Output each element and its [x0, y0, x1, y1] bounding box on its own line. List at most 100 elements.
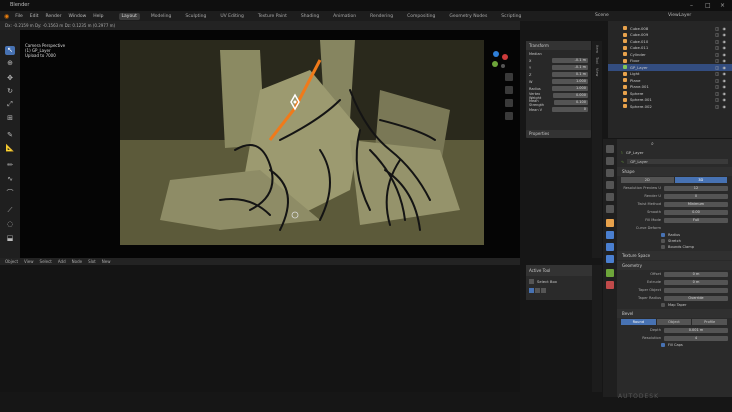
node-editor-area[interactable] [0, 265, 520, 392]
editor-menu-slot[interactable]: Slot [88, 259, 96, 264]
tab-modeling[interactable]: Modeling [148, 13, 174, 20]
scene-tab-icon[interactable] [606, 193, 614, 201]
checkbox-stretch[interactable] [661, 239, 665, 243]
select-box-icon[interactable] [529, 279, 534, 284]
scene-selector[interactable]: Scene [595, 13, 609, 18]
dimension-3d[interactable]: 3D [674, 177, 727, 183]
tab-texture-paint[interactable]: Texture Paint [255, 13, 290, 20]
camera-visibility-icon[interactable]: ◫ [715, 84, 719, 89]
transform-row-value[interactable]: -0.1 m [552, 65, 588, 70]
camera-visibility-icon[interactable]: ◫ [715, 45, 719, 50]
eye-icon[interactable]: ◉ [723, 78, 727, 83]
eye-icon[interactable]: ◉ [723, 26, 727, 31]
search-icon[interactable]: ⌕ [651, 141, 654, 147]
viewport-scene[interactable] [20, 30, 520, 258]
navigation-gizmo-icon[interactable] [492, 51, 508, 68]
properties-panel-header[interactable]: Properties [526, 130, 591, 138]
bevel-mode-object[interactable]: Object [656, 319, 692, 325]
camera-visibility-icon[interactable]: ◫ [715, 91, 719, 96]
shear-tool-icon[interactable]: ⟋ [5, 206, 15, 215]
transform-row-value[interactable]: 0.000 [552, 93, 588, 98]
fill-caps-checkbox[interactable] [661, 343, 665, 347]
draw-tool-icon[interactable]: ✎ [5, 131, 15, 140]
mode-add-icon[interactable] [535, 288, 540, 293]
dimension-2d[interactable]: 2D [621, 177, 674, 183]
shape-section-header[interactable]: Shape [617, 167, 732, 176]
mode-subtract-icon[interactable] [541, 288, 546, 293]
transform-tool-icon[interactable]: ⊞ [5, 114, 15, 123]
blender-logo-icon[interactable]: ◉ [4, 13, 9, 20]
eye-icon[interactable]: ◉ [723, 45, 727, 50]
property-field[interactable]: Full [664, 217, 728, 223]
viewport-nav-buttons[interactable] [505, 73, 513, 120]
render-tab-icon[interactable] [606, 157, 614, 165]
tab-scripting[interactable]: Scripting [498, 13, 524, 20]
property-field[interactable]: 0 m [664, 279, 728, 285]
maximize-button[interactable]: □ [705, 2, 711, 9]
cursor-tool-icon[interactable]: ⊕ [5, 59, 15, 68]
menu-item-file[interactable]: File [15, 14, 23, 19]
transform-row-value[interactable]: 1.000 [552, 79, 588, 84]
texture-space-section[interactable]: Texture Space [617, 251, 732, 260]
camera-visibility-icon[interactable]: ◫ [715, 26, 719, 31]
camera-visibility-icon[interactable]: ◫ [715, 52, 719, 57]
eye-icon[interactable]: ◉ [723, 71, 727, 76]
camera-visibility-icon[interactable]: ◫ [715, 97, 719, 102]
view-layer-tab-icon[interactable] [606, 181, 614, 189]
tab-compositing[interactable]: Compositing [404, 13, 438, 20]
curve-tool-icon[interactable]: ∿ [5, 175, 15, 184]
eye-icon[interactable]: ◉ [723, 52, 727, 57]
radius-tool-icon[interactable]: ◌ [5, 220, 15, 229]
annotate-tool-icon[interactable]: ✏ [5, 161, 15, 170]
close-button[interactable]: × [720, 2, 725, 9]
transform-row-value[interactable]: 0.100 [553, 100, 588, 105]
output-tab-icon[interactable] [606, 169, 614, 177]
material-tab-icon[interactable] [606, 281, 614, 289]
property-field[interactable] [664, 287, 728, 293]
editor-menu-new[interactable]: New [102, 259, 111, 264]
bend-tool-icon[interactable]: ⌒ [5, 189, 15, 198]
bevel-mode-round[interactable]: Round [621, 319, 656, 325]
property-field[interactable]: 0 [664, 193, 728, 199]
camera-visibility-icon[interactable]: ◫ [715, 104, 719, 109]
editor-menu-view[interactable]: View [24, 259, 34, 264]
constraints-tab-icon[interactable] [606, 255, 614, 263]
extrude-tool-icon[interactable]: ⬓ [5, 234, 15, 243]
transform-row-value[interactable]: 0.1 m [552, 72, 588, 77]
data-tab-icon[interactable] [606, 269, 614, 277]
editor-menu-object[interactable]: Object [5, 259, 18, 264]
menu-item-window[interactable]: Window [69, 14, 87, 19]
menu-item-edit[interactable]: Edit [30, 14, 39, 19]
minimize-button[interactable]: – [690, 2, 693, 9]
move-tool-icon[interactable]: ✥ [5, 74, 15, 83]
modifier-tab-icon[interactable] [606, 231, 614, 239]
camera-visibility-icon[interactable]: ◫ [715, 71, 719, 76]
property-field[interactable]: 0 m [664, 271, 728, 277]
camera-visibility-icon[interactable]: ◫ [715, 39, 719, 44]
transform-row-value[interactable]: -0.1 m [552, 58, 588, 63]
property-field[interactable]: 4 [664, 335, 728, 341]
geometry-section[interactable]: Geometry [617, 261, 732, 270]
property-field[interactable]: Minimum [664, 201, 728, 207]
mode-new-icon[interactable] [529, 288, 534, 293]
tab-geometry-nodes[interactable]: Geometry Nodes [446, 13, 490, 20]
eye-icon[interactable]: ◉ [723, 84, 727, 89]
checkbox-bounds-clamp[interactable] [661, 245, 665, 249]
bevel-section[interactable]: Bevel [617, 309, 732, 318]
eye-icon[interactable]: ◉ [723, 32, 727, 37]
tab-view[interactable]: View [595, 68, 599, 76]
view-layer-selector[interactable]: ViewLayer [668, 13, 691, 18]
camera-visibility-icon[interactable]: ◫ [715, 65, 719, 70]
eye-icon[interactable]: ◉ [723, 104, 727, 109]
camera-visibility-icon[interactable]: ◫ [715, 78, 719, 83]
bevel-mode-profile[interactable]: Profile [692, 319, 728, 325]
tab-tool[interactable]: Tool [595, 57, 599, 64]
outliner-item[interactable]: Sphere.002 ◫ ◉ [608, 103, 732, 110]
data-block-field[interactable]: GP_Layer [627, 159, 728, 164]
tab-uv-editing[interactable]: UV Editing [217, 13, 246, 20]
object-tab-icon[interactable] [606, 219, 614, 227]
camera-visibility-icon[interactable]: ◫ [715, 32, 719, 37]
tab-item[interactable]: Item [595, 45, 599, 53]
eye-icon[interactable]: ◉ [723, 39, 727, 44]
eye-icon[interactable]: ◉ [723, 91, 727, 96]
